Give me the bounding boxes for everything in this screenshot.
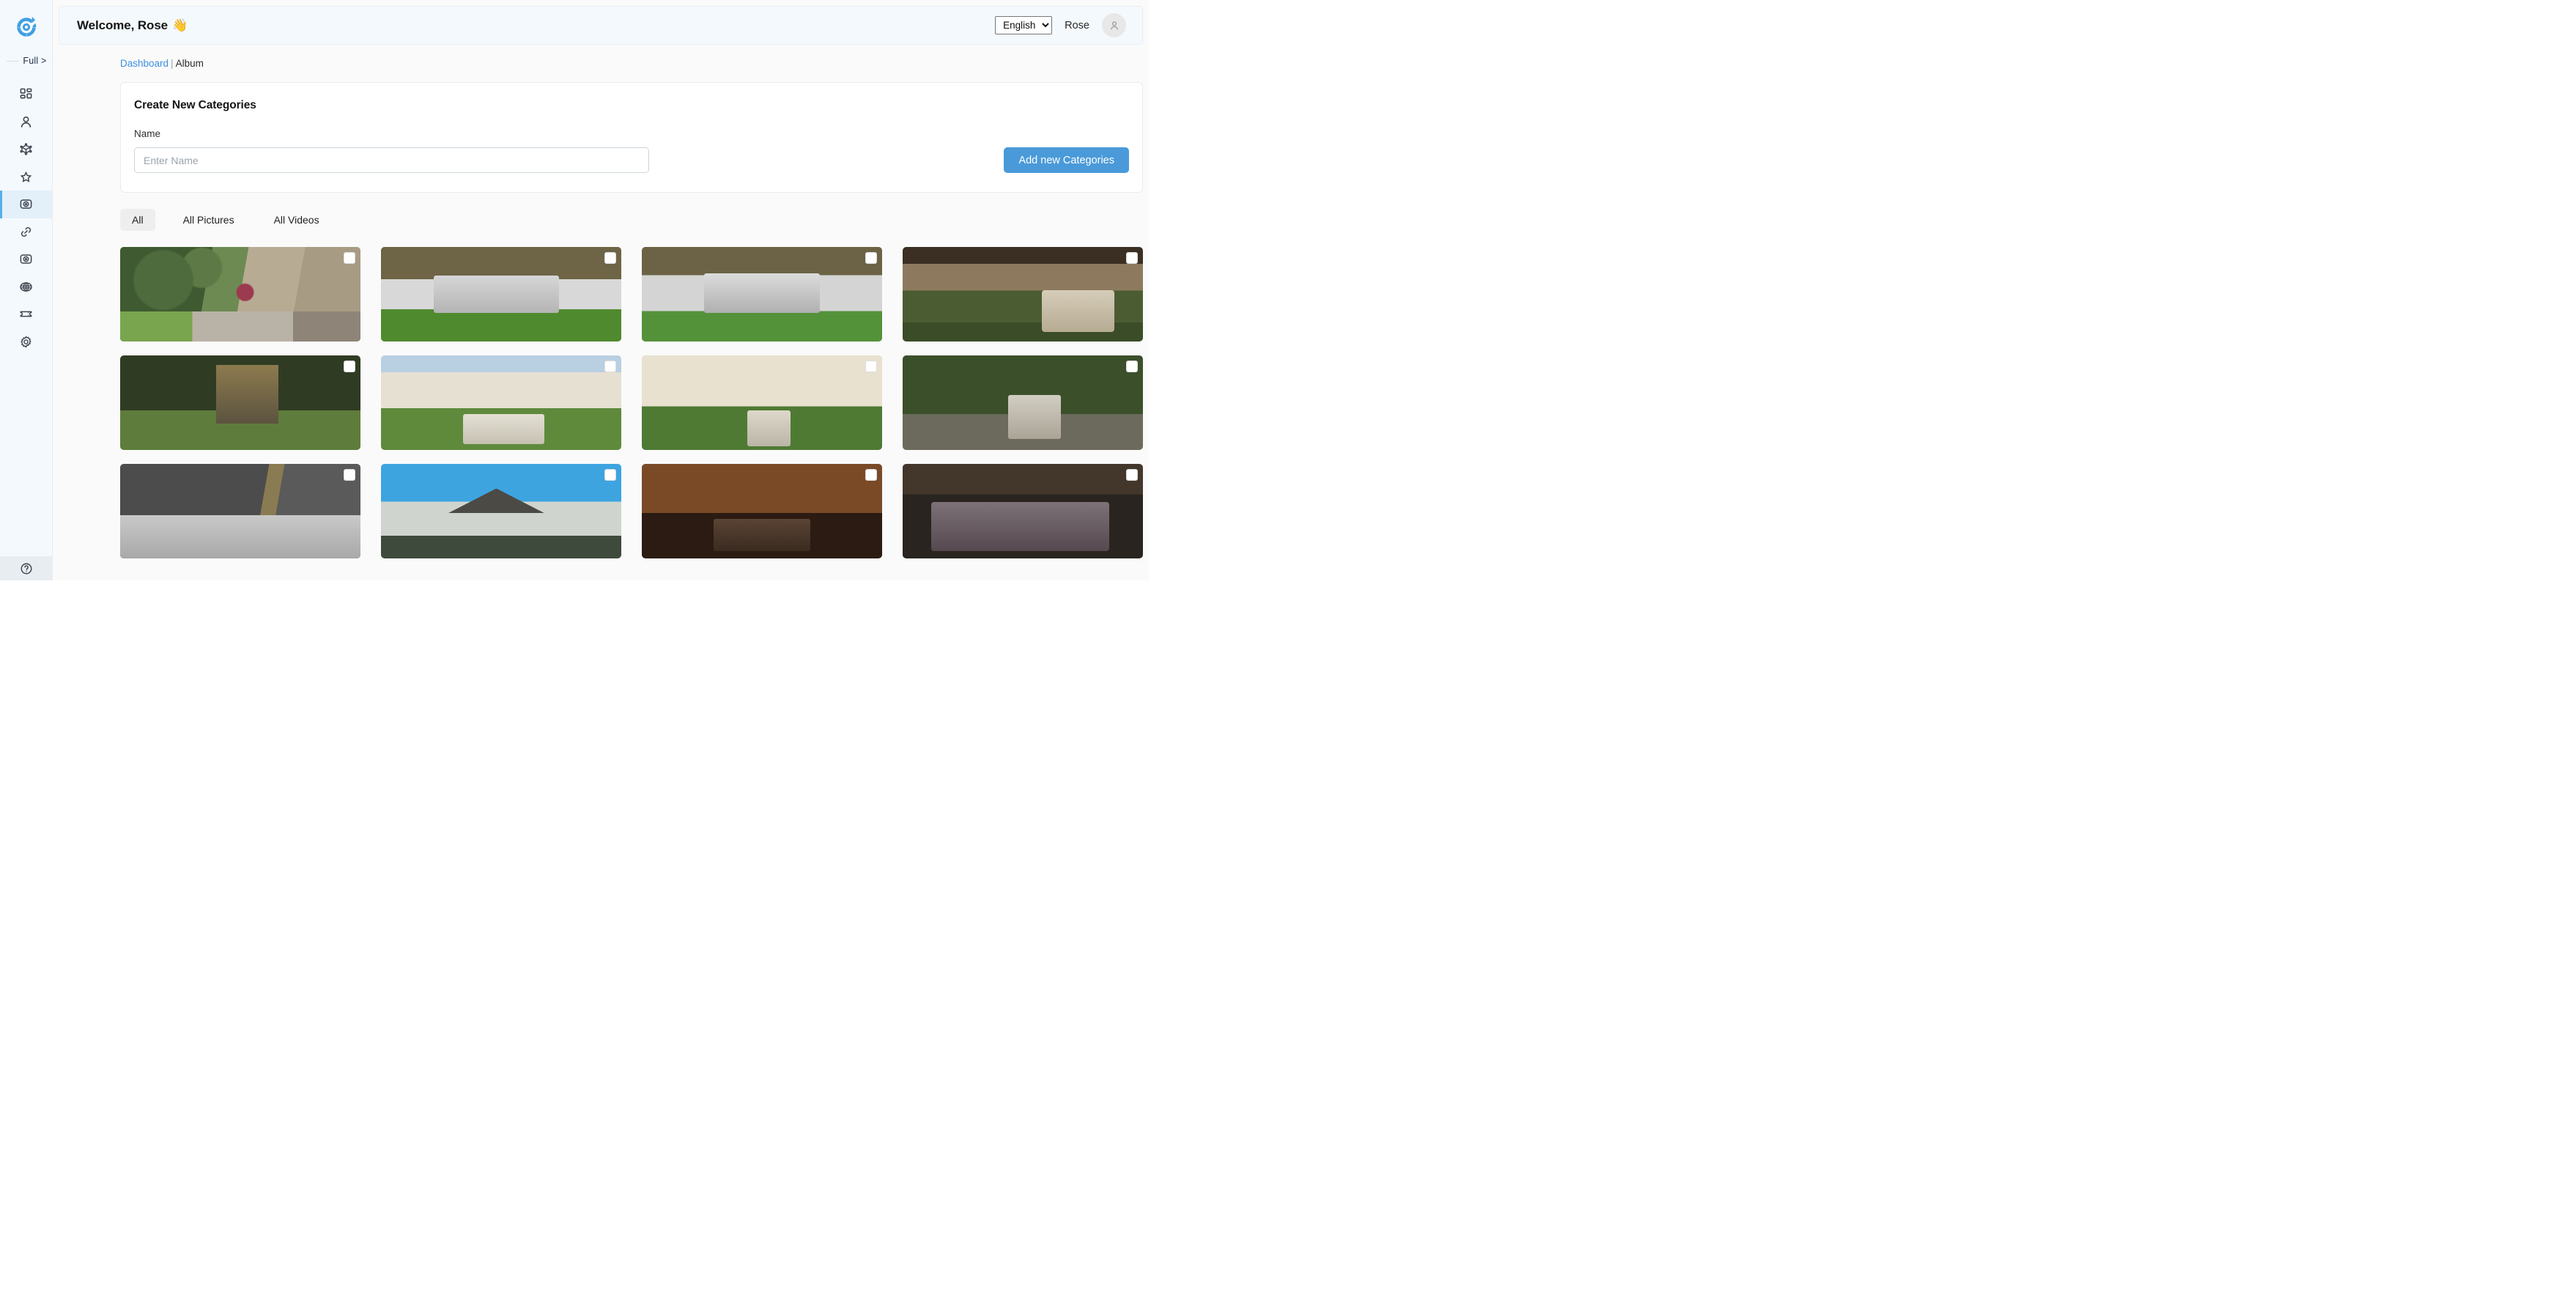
media-select-checkbox[interactable] [604,469,616,481]
create-category-form: Add new Categories [134,147,1129,173]
sidebar-item-products[interactable] [0,136,53,163]
add-new-categories-button[interactable]: Add new Categories [1004,147,1129,173]
main-content: Welcome, Rose 👋 English Rose Dashboard | A… [53,0,1149,580]
media-select-checkbox[interactable] [865,361,877,372]
breadcrumb-dashboard[interactable]: Dashboard [120,58,169,69]
star-icon [20,171,32,182]
avatar[interactable] [1102,13,1126,37]
media-thumbnail [120,464,360,558]
media-thumbnail [381,247,621,342]
media-tile[interactable] [903,247,1143,342]
media-thumbnail [642,247,882,342]
media-select-checkbox[interactable] [865,469,877,481]
welcome-text: Welcome, Rose [77,18,169,32]
sidebar-item-website[interactable] [0,273,53,301]
media-tile[interactable] [120,355,360,450]
media-thumbnail [903,355,1143,450]
sidebar-nav [0,81,53,355]
topbar: Welcome, Rose 👋 English Rose [59,6,1143,45]
cube-icon [20,143,32,155]
media-select-checkbox[interactable] [344,469,355,481]
sidebar-item-album[interactable] [0,191,53,218]
media-tile[interactable] [642,355,882,450]
breadcrumb-separator: | [171,58,174,69]
sidebar-item-settings[interactable] [0,328,53,356]
breadcrumb: Dashboard | Album [120,58,1149,69]
media-thumbnail [381,464,621,558]
tab-all-videos[interactable]: All Videos [262,209,331,231]
sidebar-item-tickets[interactable] [0,300,53,328]
media-tile[interactable] [381,355,621,450]
sidebar-item-media[interactable] [0,246,53,273]
divider-line [7,60,20,62]
sidebar-collapse-label: Full > [23,56,47,66]
media-tile[interactable] [381,464,621,558]
camera-icon [20,254,32,265]
ticket-icon [20,311,32,317]
media-thumbnail [903,247,1143,342]
sidebar-item-favorites[interactable] [0,163,53,191]
media-tile[interactable] [903,355,1143,450]
sidebar-item-dashboard[interactable] [0,81,53,108]
globe-icon [20,281,32,292]
media-select-checkbox[interactable] [604,361,616,372]
tab-all-pictures[interactable]: All Pictures [171,209,246,231]
name-label: Name [134,128,161,139]
media-tile[interactable] [642,247,882,342]
media-tile[interactable] [381,247,621,342]
media-tile[interactable] [120,247,360,342]
sidebar-collapse-toggle[interactable]: Full > [0,50,53,72]
tab-all[interactable]: All [120,209,155,231]
app-root: Full > Welcome, Rose 👋 English Rose Dash… [0,0,1149,580]
create-categories-card: Create New Categories Name Add new Categ… [120,82,1143,193]
media-grid [120,247,1143,558]
sidebar: Full > [0,0,53,580]
person-icon [21,116,32,128]
media-thumbnail [903,464,1143,558]
card-title: Create New Categories [134,99,256,111]
user-name: Rose [1065,19,1089,32]
media-select-checkbox[interactable] [1126,361,1138,372]
grid-icon [20,88,32,99]
camera-icon [20,199,32,210]
language-select[interactable]: English [995,16,1053,34]
sidebar-item-links[interactable] [0,218,53,246]
media-thumbnail [120,247,360,342]
media-thumbnail [642,464,882,558]
page-welcome: Welcome, Rose 👋 [77,18,188,33]
sidebar-item-users[interactable] [0,108,53,136]
wave-emoji: 👋 [172,18,188,32]
link-icon [21,226,32,237]
gallery-filter-tabs: All All Pictures All Videos [120,209,1149,231]
gear-icon [21,336,32,348]
media-select-checkbox[interactable] [1126,469,1138,481]
question-circle-icon [21,563,32,574]
media-select-checkbox[interactable] [865,252,877,264]
breadcrumb-current: Album [175,58,204,69]
media-select-checkbox[interactable] [344,361,355,372]
media-select-checkbox[interactable] [344,252,355,264]
media-thumbnail [381,355,621,450]
media-tile[interactable] [903,464,1143,558]
name-input[interactable] [134,147,649,173]
media-tile[interactable] [120,464,360,558]
person-icon [1110,21,1118,29]
help-button[interactable] [0,556,53,580]
media-tile[interactable] [642,464,882,558]
brand-logo[interactable] [0,6,53,48]
media-select-checkbox[interactable] [604,252,616,264]
media-thumbnail [120,355,360,450]
media-select-checkbox[interactable] [1126,252,1138,264]
brand-target-logo [16,16,36,37]
topbar-actions: English Rose [995,13,1126,37]
media-thumbnail [642,355,882,450]
